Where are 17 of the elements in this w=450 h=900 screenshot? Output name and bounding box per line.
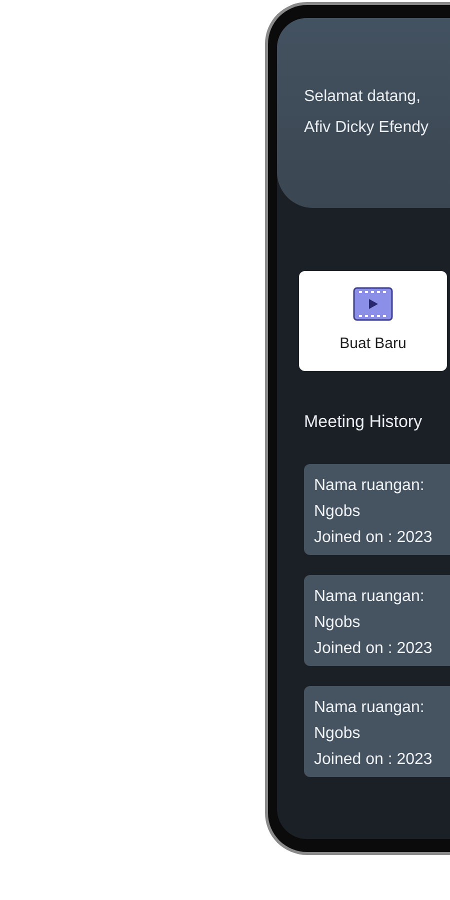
meeting-history-card[interactable]: Nama ruangan: Ngobs Joined on : 2023 <box>304 686 450 776</box>
room-label: Nama ruangan: <box>314 476 426 496</box>
joined-date: Joined on : 2023 <box>314 528 434 548</box>
joined-date: Joined on : 2023 <box>314 750 434 770</box>
meeting-history-card[interactable]: Nama ruangan: Ngobs Joined on : 2023 <box>304 464 450 554</box>
user-name: Afiv Dicky Efendy <box>304 118 430 138</box>
meeting-history-card[interactable]: Nama ruangan: Ngobs Joined on : 2023 <box>304 574 450 666</box>
new-meeting-button[interactable]: Buat Baru <box>299 271 447 371</box>
room-name: Ngobs <box>314 502 362 522</box>
room-name: Ngobs <box>314 724 362 744</box>
joined-date: Joined on : 2023 <box>314 638 434 658</box>
greeting-text: Selamat datang, <box>304 87 422 107</box>
room-label: Nama ruangan: <box>314 586 426 606</box>
room-name: Ngobs <box>314 612 362 632</box>
room-label: Nama ruangan: <box>314 698 426 718</box>
section-title: Meeting History <box>304 411 424 433</box>
video-icon <box>353 286 393 321</box>
